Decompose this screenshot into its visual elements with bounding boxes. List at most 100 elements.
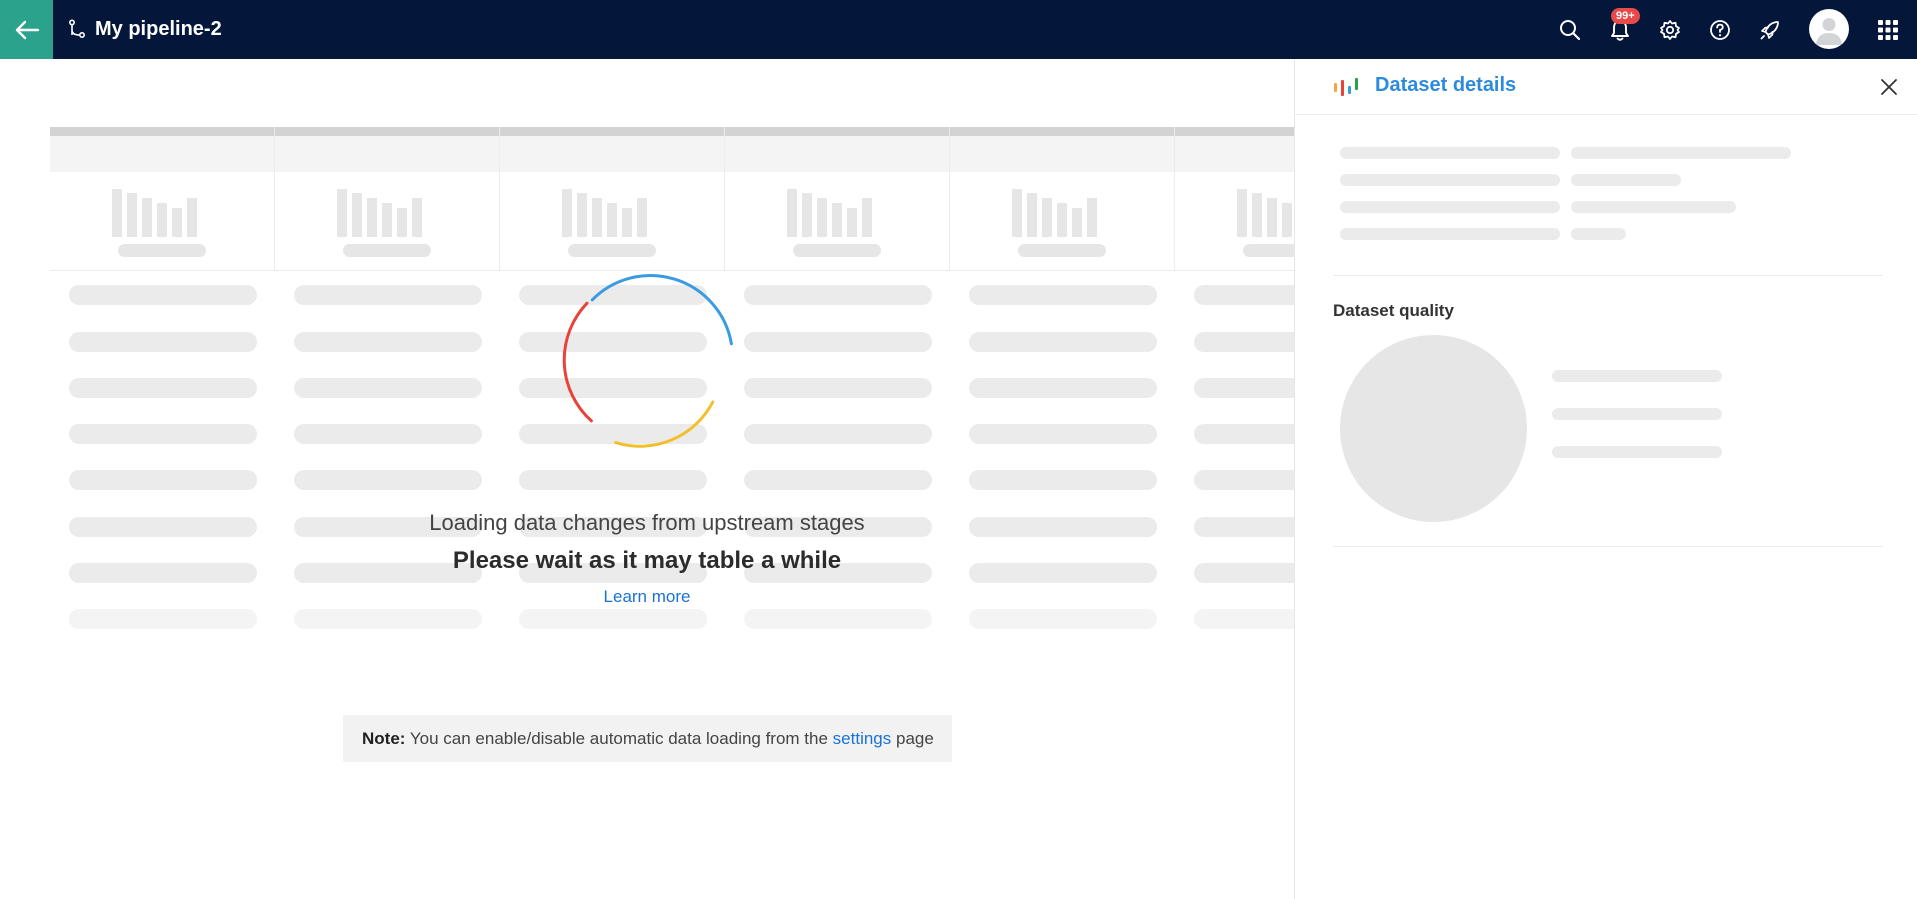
table-cell-placeholder — [969, 378, 1157, 398]
skeleton-line — [1340, 201, 1560, 213]
column-header-band — [725, 136, 949, 172]
histogram-bar — [172, 208, 182, 237]
table-cell-placeholder — [744, 378, 932, 398]
column-header-bar — [725, 127, 949, 136]
table-cell-placeholder — [69, 285, 257, 305]
histogram-bar — [847, 208, 857, 237]
histogram-bar — [112, 189, 122, 237]
column-header-band — [1175, 136, 1294, 172]
histogram-label-placeholder — [1018, 244, 1106, 257]
histogram-bar — [817, 198, 827, 237]
table-cell-placeholder — [294, 285, 482, 305]
section-divider — [1333, 546, 1883, 547]
auto-load-note: Note: You can enable/disable automatic d… — [343, 715, 952, 762]
column-header-band — [275, 136, 499, 172]
skeleton-line — [1571, 147, 1791, 159]
histogram-bar — [127, 193, 137, 237]
table-cell-placeholder — [69, 378, 257, 398]
histogram-bar — [1012, 189, 1022, 237]
section-divider — [1333, 275, 1883, 276]
panel-title: Dataset details — [1375, 74, 1517, 96]
data-grid-area: Loading data changes from upstream stage… — [0, 59, 1294, 899]
histogram-label-placeholder — [568, 244, 656, 257]
dataset-chart-icon — [1334, 78, 1358, 96]
table-cell-placeholder — [294, 378, 482, 398]
panel-header-divider — [1295, 114, 1917, 115]
learn-more-link-text[interactable]: Learn more — [604, 587, 691, 606]
table-cell-placeholder — [969, 609, 1157, 629]
dataset-details-panel: Dataset details Dataset quality — [1294, 59, 1917, 899]
table-cell-placeholder — [744, 470, 932, 490]
learn-more-link: Learn more — [0, 585, 1294, 609]
table-cell-placeholder — [1194, 470, 1294, 490]
column-header-bar — [500, 127, 724, 136]
close-icon[interactable] — [1878, 76, 1900, 98]
top-bar: My pipeline-2 99+ — [0, 0, 1917, 59]
spinner-arc-blue — [590, 274, 733, 346]
table-cell-placeholder — [969, 470, 1157, 490]
dataset-quality-label: Dataset quality — [1333, 301, 1454, 320]
column-separator — [724, 127, 725, 270]
help-icon[interactable] — [1707, 17, 1733, 43]
loading-spinner — [562, 274, 733, 448]
column-separator — [949, 127, 950, 270]
back-button[interactable] — [0, 0, 53, 59]
skeleton-line — [1552, 370, 1722, 382]
histogram-bar — [397, 208, 407, 237]
histogram-bar — [832, 203, 842, 237]
search-icon[interactable] — [1557, 17, 1583, 43]
histogram-bar — [592, 198, 602, 237]
histogram-bar — [1072, 208, 1082, 237]
histogram-bar — [352, 193, 362, 237]
notification-badge: 99+ — [1611, 8, 1640, 24]
rocket-icon[interactable] — [1757, 17, 1783, 43]
histogram-bar — [157, 203, 167, 237]
table-cell-placeholder — [1194, 285, 1294, 305]
note-text-end: page — [896, 729, 934, 748]
table-cell-placeholder — [744, 609, 932, 629]
header-divider — [50, 270, 1294, 271]
histogram-bar — [607, 203, 617, 237]
table-cell-placeholder — [969, 332, 1157, 352]
note-label: Note: — [362, 729, 406, 748]
histogram-bar — [1267, 198, 1277, 237]
table-cell-placeholder — [1194, 332, 1294, 352]
table-cell-placeholder — [69, 332, 257, 352]
skeleton-line — [1552, 446, 1722, 458]
histogram-bar — [1252, 193, 1262, 237]
skeleton-line — [1340, 228, 1560, 240]
histogram-bar — [1282, 203, 1292, 237]
column-header-band — [50, 136, 274, 172]
skeleton-line — [1552, 408, 1722, 420]
column-header-bar — [50, 127, 274, 136]
column-header-band — [500, 136, 724, 172]
column-separator — [1174, 127, 1175, 270]
histogram-label-placeholder — [343, 244, 431, 257]
table-cell-placeholder — [744, 332, 932, 352]
table-cell-placeholder — [969, 285, 1157, 305]
table-cell-placeholder — [519, 470, 707, 490]
skeleton-line — [1571, 228, 1626, 240]
table-cell-placeholder — [294, 470, 482, 490]
settings-link[interactable]: settings — [833, 729, 892, 748]
table-cell-placeholder — [519, 609, 707, 629]
histogram-bar — [367, 198, 377, 237]
column-header-bar — [950, 127, 1174, 136]
histogram-label-placeholder — [793, 244, 881, 257]
column-header-band — [950, 136, 1174, 172]
column-header-bar — [275, 127, 499, 136]
histogram-bar — [337, 189, 347, 237]
histogram-bar — [142, 198, 152, 237]
gear-icon[interactable] — [1657, 17, 1683, 43]
histogram-bar — [862, 198, 872, 237]
table-cell-placeholder — [744, 424, 932, 444]
avatar-user-icon — [1816, 18, 1842, 45]
app-grid-icon[interactable] — [1878, 20, 1898, 40]
table-cell-placeholder — [969, 424, 1157, 444]
loading-wait-message: Please wait as it may table a while — [452, 547, 842, 574]
user-avatar[interactable] — [1809, 9, 1849, 49]
note-text: You can enable/disable automatic data lo… — [409, 729, 828, 748]
histogram-bar — [787, 189, 797, 237]
skeleton-line — [1340, 147, 1560, 159]
back-arrow-icon — [15, 20, 39, 39]
